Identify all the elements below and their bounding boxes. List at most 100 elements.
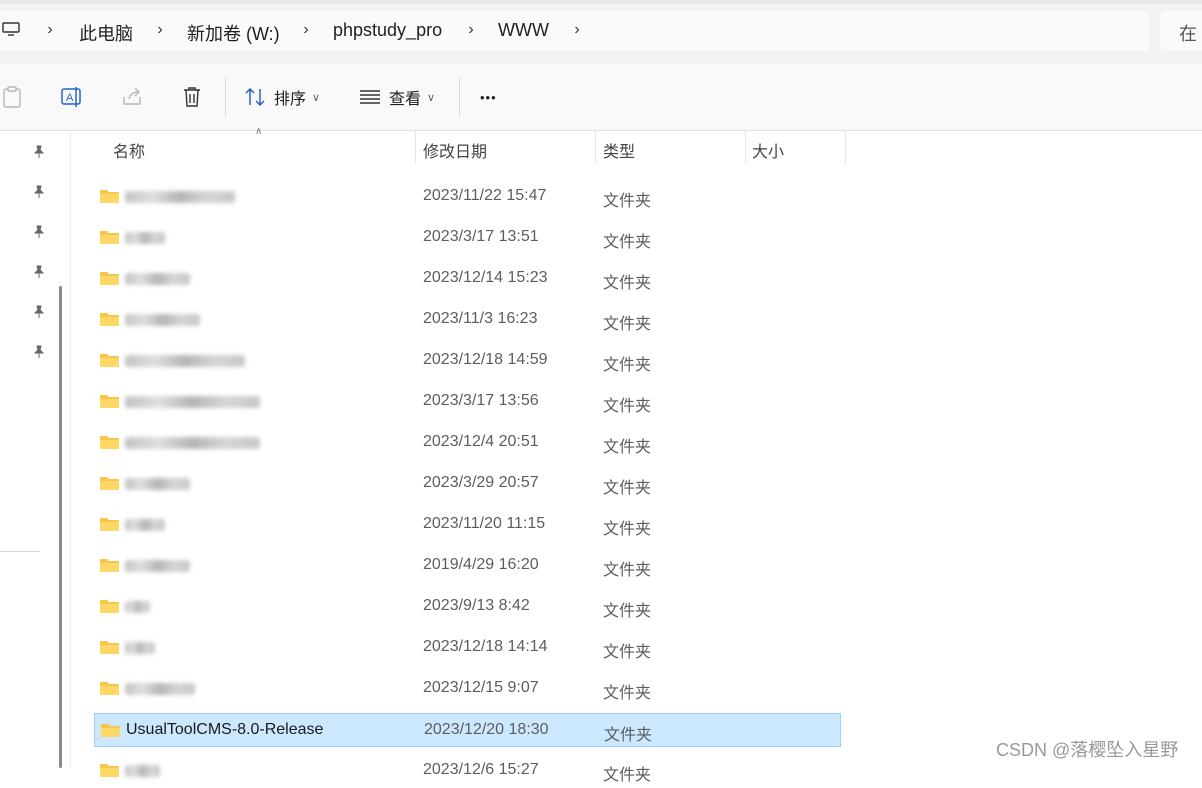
file-modified-date: 2023/12/6 15:27 — [423, 761, 539, 778]
table-row[interactable]: 2023/12/18 14:59 文件夹 — [94, 344, 841, 378]
redacted-name — [125, 396, 260, 408]
chevron-right-icon[interactable]: › — [153, 21, 167, 39]
file-name: UsualToolCMS-8.0-Release — [126, 721, 324, 738]
folder-icon — [100, 354, 119, 367]
toolbar-divider — [459, 77, 460, 117]
search-placeholder: 在 — [1179, 24, 1197, 44]
view-lines-icon — [360, 90, 380, 104]
redacted-name — [125, 683, 195, 695]
rename-button[interactable]: A — [60, 64, 82, 130]
table-row[interactable]: 2023/12/15 9:07 文件夹 — [94, 672, 841, 706]
table-row[interactable]: 2023/12/6 15:27 文件夹 — [94, 754, 841, 788]
rename-icon: A — [61, 87, 81, 107]
breadcrumb-this-pc[interactable]: 此电脑 — [79, 20, 133, 46]
file-modified-date: 2023/12/4 20:51 — [423, 433, 539, 450]
folder-icon — [100, 190, 119, 203]
sort-button[interactable]: 排序 ∨ — [244, 64, 320, 130]
file-type: 文件夹 — [603, 644, 652, 661]
table-row[interactable]: 2023/11/22 15:47 文件夹 — [94, 180, 841, 214]
redacted-name — [125, 191, 235, 203]
breadcrumb-drive-w[interactable]: 新加卷 (W:) — [187, 20, 280, 46]
file-type: 文件夹 — [603, 562, 652, 579]
file-type: 文件夹 — [603, 521, 652, 538]
toolbar-divider — [225, 77, 226, 117]
computer-icon[interactable] — [2, 22, 20, 36]
folder-icon — [100, 600, 119, 613]
chevron-right-icon[interactable]: › — [464, 21, 478, 39]
nav-scrollbar[interactable] — [59, 286, 62, 768]
column-divider[interactable] — [845, 131, 846, 163]
column-size-label: 大小 — [752, 144, 785, 161]
table-row[interactable]: 2019/4/29 16:20 文件夹 — [94, 549, 841, 583]
delete-button[interactable] — [182, 64, 202, 130]
column-header-size[interactable]: 大小 — [745, 131, 845, 163]
nav-divider — [0, 551, 40, 552]
file-modified-date: 2023/12/18 14:14 — [423, 638, 548, 655]
file-modified-date: 2023/12/20 18:30 — [424, 721, 549, 738]
pin-icon[interactable] — [32, 345, 46, 359]
table-row[interactable]: 2023/9/13 8:42 文件夹 — [94, 590, 841, 624]
breadcrumb-phpstudy[interactable]: phpstudy_pro — [333, 20, 442, 41]
table-row[interactable]: UsualToolCMS-8.0-Release 2023/12/20 18:30… — [94, 713, 841, 747]
table-row[interactable]: 2023/12/18 14:14 文件夹 — [94, 631, 841, 665]
file-modified-date: 2023/11/20 11:15 — [423, 515, 546, 532]
file-type: 文件夹 — [603, 685, 652, 702]
table-row[interactable]: 2023/3/17 13:51 文件夹 — [94, 221, 841, 255]
chevron-down-icon: ∨ — [427, 91, 436, 104]
breadcrumb-www[interactable]: WWW — [498, 20, 549, 41]
file-modified-date: 2023/3/29 20:57 — [423, 474, 539, 491]
pin-icon[interactable] — [32, 145, 46, 159]
file-type: 文件夹 — [603, 439, 652, 456]
pin-icon[interactable] — [32, 305, 46, 319]
search-input[interactable]: 在 — [1160, 11, 1202, 51]
file-type: 文件夹 — [604, 727, 653, 744]
table-row[interactable]: 2023/12/14 15:23 文件夹 — [94, 262, 841, 296]
file-type: 文件夹 — [603, 316, 652, 333]
paste-button[interactable] — [2, 64, 22, 130]
column-name-label: 名称 — [113, 144, 146, 161]
table-row[interactable]: 2023/12/4 20:51 文件夹 — [94, 426, 841, 460]
share-button[interactable] — [121, 64, 143, 130]
chevron-right-icon[interactable]: › — [570, 21, 584, 39]
redacted-name — [125, 232, 165, 244]
redacted-name — [125, 437, 260, 449]
chevron-right-icon[interactable]: › — [299, 21, 313, 39]
folder-icon — [101, 724, 120, 737]
column-header-type[interactable]: 类型 — [595, 131, 745, 163]
file-modified-date: 2023/9/13 8:42 — [423, 597, 530, 614]
table-row[interactable]: 2023/11/3 16:23 文件夹 — [94, 303, 841, 337]
pin-icon[interactable] — [32, 185, 46, 199]
file-modified-date: 2019/4/29 16:20 — [423, 556, 539, 573]
file-modified-date: 2023/3/17 13:56 — [423, 392, 539, 409]
view-button[interactable]: 查看 ∨ — [359, 64, 435, 130]
table-row[interactable]: 2023/3/29 20:57 文件夹 — [94, 467, 841, 501]
column-header-name[interactable]: 名称 — [94, 131, 414, 163]
file-modified-date: 2023/12/14 15:23 — [423, 269, 548, 286]
file-type: 文件夹 — [603, 275, 652, 292]
table-row[interactable]: 2023/3/17 13:56 文件夹 — [94, 385, 841, 419]
redacted-name — [125, 314, 200, 326]
folder-icon — [100, 477, 119, 490]
pin-icon[interactable] — [32, 265, 46, 279]
folder-icon — [100, 764, 119, 777]
pin-icon[interactable] — [32, 225, 46, 239]
title-strip — [0, 0, 1202, 4]
pane-divider[interactable] — [70, 131, 71, 768]
folder-icon — [100, 682, 119, 695]
chevron-right-icon[interactable]: › — [43, 21, 57, 39]
redacted-name — [125, 601, 150, 613]
folder-icon — [100, 518, 119, 531]
share-icon — [123, 87, 141, 105]
file-type: 文件夹 — [603, 357, 652, 374]
chevron-down-icon: ∨ — [312, 91, 321, 104]
column-header-date[interactable]: 修改日期 — [415, 131, 595, 163]
file-modified-date: 2023/12/15 9:07 — [423, 679, 539, 696]
address-bar[interactable]: › 此电脑 › 新加卷 (W:) › phpstudy_pro › WWW › — [0, 11, 1150, 51]
svg-text:A: A — [66, 92, 74, 104]
table-row[interactable]: 2023/11/20 11:15 文件夹 — [94, 508, 841, 542]
file-type: 文件夹 — [603, 398, 652, 415]
paste-icon — [3, 86, 21, 108]
redacted-name — [125, 519, 165, 531]
file-type: 文件夹 — [603, 234, 652, 251]
more-options-button[interactable]: ••• — [480, 64, 497, 130]
